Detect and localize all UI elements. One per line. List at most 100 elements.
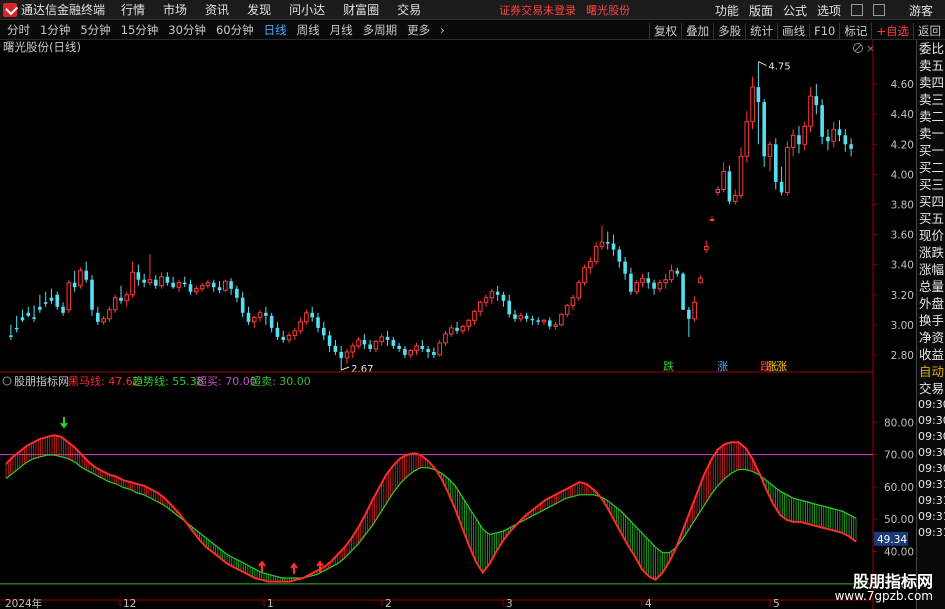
label-ask5: 卖五 (919, 58, 945, 73)
period-tab-30min[interactable]: 30分钟 (165, 22, 209, 38)
candle-body (20, 317, 25, 321)
candle-body (119, 297, 123, 301)
period-tab-multi[interactable]: 多周期 (360, 22, 401, 38)
tool-overlay-button[interactable]: 叠加 (681, 22, 713, 39)
label-bid3: 买三 (919, 177, 945, 192)
candle-body (420, 345, 425, 349)
close-icon: × (866, 42, 875, 55)
menu-item-layout[interactable]: 版面 (749, 2, 773, 19)
tool-f10-button[interactable]: F10 (809, 23, 839, 38)
candle-body (808, 95, 813, 127)
indicator-tick-label: 80.00 (884, 417, 914, 429)
chart-area[interactable]: 曙光股份(日线) × 4.60 4.40 4.20 4.00 3.80 3.60 3.40 3.2… (0, 40, 916, 609)
candle-body (240, 297, 245, 313)
high-price-label: 4.75 (768, 62, 790, 73)
menu-item-ask[interactable]: 问小达 (289, 1, 325, 18)
label-ask3: 卖三 (919, 92, 945, 107)
app-title: 通达信金融终端 (21, 3, 106, 17)
indicator-tick-label: 40.00 (884, 547, 914, 559)
candle-body (159, 276, 164, 287)
menu-item-formula[interactable]: 公式 (783, 2, 807, 19)
period-tab-more[interactable]: 更多 (404, 22, 433, 38)
label-earnings: 收益 (919, 347, 945, 362)
candle-body (663, 279, 668, 284)
menu-item-quotes[interactable]: 行情 (121, 1, 145, 18)
period-toolbar: 分时 1分钟 5分钟 15分钟 30分钟 60分钟 日线 周线 月线 多周期 更… (0, 21, 945, 40)
candle-body (715, 188, 721, 193)
candle-body (304, 312, 309, 323)
chart-svg[interactable]: 曙光股份(日线) × 4.60 4.40 4.20 4.00 3.80 3.60 3.40 3.2… (0, 40, 916, 609)
trade-login-status[interactable]: 证券交易未登录 (499, 2, 576, 18)
menu-item-market[interactable]: 市场 (163, 1, 187, 18)
candle-body (629, 273, 633, 292)
candle-body (495, 291, 500, 295)
candle-body (112, 297, 118, 311)
tool-stats-button[interactable]: 统计 (745, 22, 777, 39)
x-tick-label: 5 (773, 598, 780, 609)
candle-body (750, 86, 755, 123)
label-bid2: 买二 (919, 160, 945, 175)
candle-body (55, 294, 60, 307)
period-tab-daily[interactable]: 日线 (261, 22, 290, 38)
trade-time: 09:30 (918, 430, 945, 443)
price-tick-label: 3.80 (891, 199, 914, 211)
menu-item-wealth[interactable]: 财富圈 (343, 1, 379, 18)
tool-draw-button[interactable]: 画线 (777, 22, 809, 39)
period-tab-5min[interactable]: 5分钟 (77, 22, 113, 38)
menu-bar: 通达信金融终端 行情 市场 资讯 发现 问小达 财富圈 交易 证券交易未登录 曙… (0, 0, 945, 20)
low-price-label: 2.67 (351, 364, 373, 375)
grid-icon[interactable] (872, 4, 885, 16)
period-tab-60min[interactable]: 60分钟 (213, 22, 257, 38)
label-ask4: 卖四 (919, 75, 945, 90)
price-tick-label: 4.20 (891, 139, 914, 151)
trade-time: 09:30 (918, 414, 945, 427)
menu-item-news[interactable]: 资讯 (205, 1, 229, 18)
candle-body (124, 294, 130, 302)
indicator-tick-label: 50.00 (884, 514, 914, 526)
auto-toggle[interactable]: 自动 (917, 363, 945, 380)
add-favorite-button[interactable]: +自选 (871, 22, 913, 39)
menu-item-functions[interactable]: 功能 (715, 2, 739, 19)
period-tab-1min[interactable]: 1分钟 (37, 22, 73, 38)
menu-item-trade[interactable]: 交易 (397, 1, 421, 18)
candle-body (251, 316, 257, 323)
tool-adjust-button[interactable]: 复权 (649, 22, 681, 39)
price-tick-label: 4.40 (891, 109, 914, 121)
price-tick-label: 3.20 (891, 290, 914, 302)
candle-body (524, 315, 529, 319)
candle-body (773, 144, 778, 182)
buy-arrow-icon (290, 562, 298, 574)
trade-time: 09:31 (918, 510, 945, 523)
candle-body (43, 302, 48, 304)
period-tab-intraday[interactable]: 分时 (4, 22, 33, 38)
candle-body (692, 301, 697, 320)
candle-body (687, 309, 691, 319)
period-tab-weekly[interactable]: 周线 (294, 22, 323, 38)
tool-multi-stock-button[interactable]: 多股 (713, 22, 745, 39)
window-icon[interactable] (850, 4, 863, 16)
candle-body (26, 312, 31, 316)
tool-mark-button[interactable]: 标记 (839, 22, 871, 39)
candle-body (669, 270, 674, 281)
watermark: 股朋指标网 www.7gpzb.com (835, 566, 945, 609)
candle-body (849, 144, 853, 149)
chevron-right-icon[interactable]: › (437, 23, 448, 37)
candle-body (623, 261, 627, 274)
indicator-legend-label: 超卖: 30.00 (250, 374, 311, 388)
menu-item-discover[interactable]: 发现 (247, 1, 271, 18)
trade-time: 09:30 (918, 462, 945, 475)
period-tab-15min[interactable]: 15分钟 (118, 22, 162, 38)
candle-body (831, 128, 837, 142)
candle-body (576, 282, 582, 299)
candle-body (264, 312, 268, 316)
guest-user[interactable]: 游客 (909, 2, 933, 19)
back-button[interactable]: 返回 (913, 22, 945, 39)
menu-item-options[interactable]: 选项 (817, 2, 841, 19)
candle-body (785, 146, 790, 193)
candle-body (205, 282, 211, 287)
candle-body (66, 282, 72, 311)
candle-body (222, 280, 228, 291)
candle-body (756, 87, 761, 103)
candle-body (767, 143, 773, 157)
period-tab-monthly[interactable]: 月线 (327, 22, 356, 38)
